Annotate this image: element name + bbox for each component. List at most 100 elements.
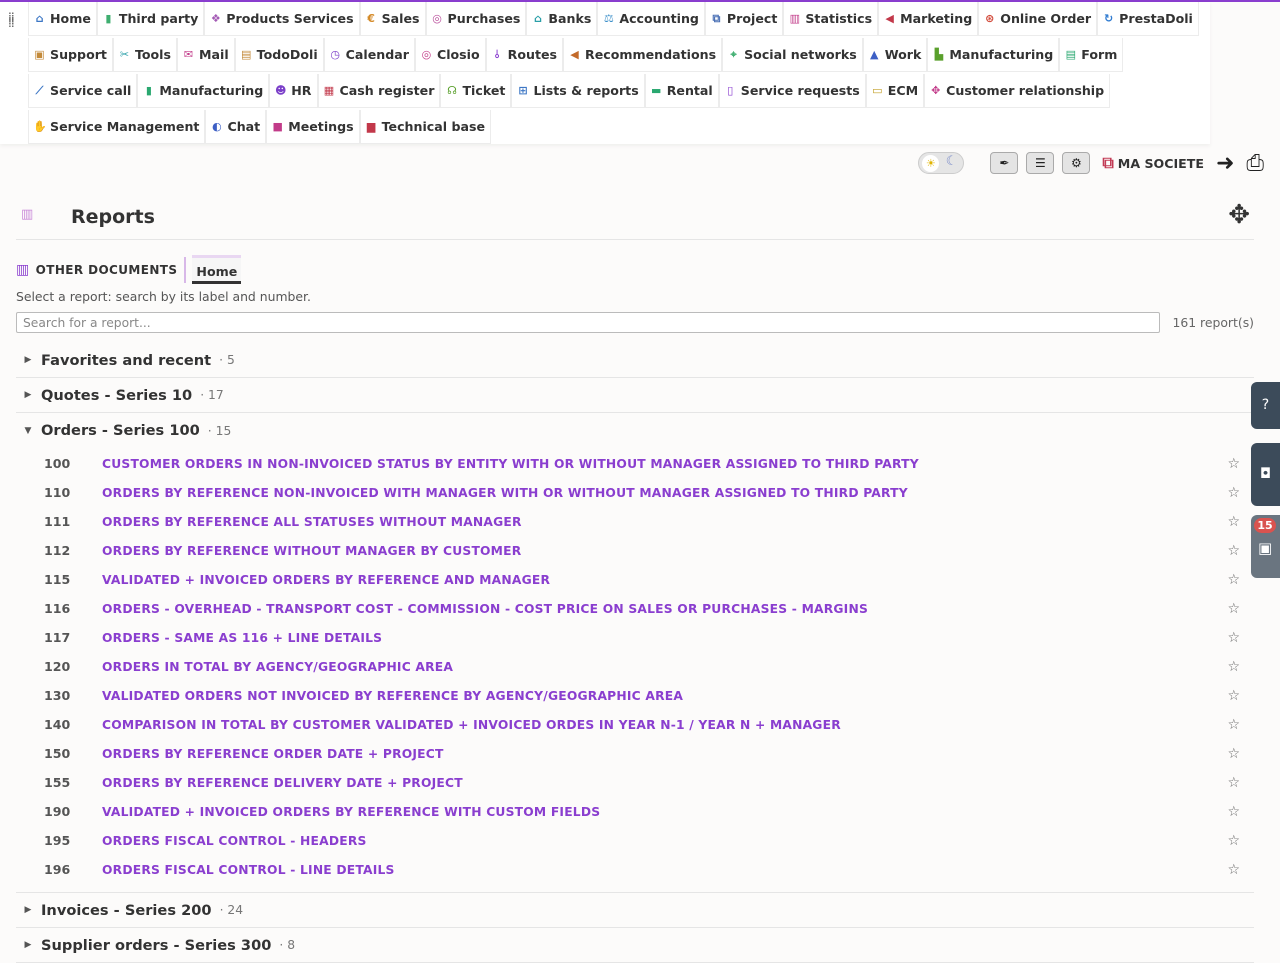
menu-item-technical-base[interactable]: ▆ Technical base	[359, 110, 492, 144]
menu-item-products-services[interactable]: ❖ Products Services	[204, 2, 360, 36]
tab-other-documents[interactable]: ▥ OTHER DOCUMENTS	[16, 256, 187, 283]
report-link[interactable]: ORDERS BY REFERENCE DELIVERY DATE + PROJ…	[102, 776, 463, 790]
mail-icon: ✉	[183, 48, 194, 61]
report-link[interactable]: ORDERS BY REFERENCE WITHOUT MANAGER BY C…	[102, 544, 521, 558]
star-icon[interactable]: ☆	[1227, 514, 1240, 530]
group-favorites-and-recent[interactable]: ▶ Favorites and recent · 5	[16, 343, 1254, 378]
settings-button[interactable]: ⚙	[1062, 152, 1091, 174]
star-icon[interactable]: ☆	[1227, 630, 1240, 646]
star-icon[interactable]: ☆	[1227, 601, 1240, 617]
menu-item-meetings[interactable]: ■ Meetings	[266, 110, 360, 144]
menu-item-ecm[interactable]: ▭ ECM	[865, 74, 925, 108]
menu-item-banks[interactable]: ⌂ Banks	[526, 2, 598, 36]
tab-home[interactable]: Home	[192, 255, 242, 284]
menu-item-routes[interactable]: ⫰ Routes	[485, 38, 564, 72]
report-row: 190 VALIDATED + INVOICED ORDERS BY REFERE…	[16, 797, 1254, 826]
chat-button[interactable]: ◘	[1251, 443, 1280, 506]
star-icon[interactable]: ☆	[1227, 543, 1240, 559]
chart-icon: ▥	[789, 12, 801, 25]
group-invoices-series-200[interactable]: ▶ Invoices - Series 200 · 24	[16, 893, 1254, 928]
menu-item-social-networks[interactable]: ⌖ Social networks	[722, 38, 863, 72]
menu-item-manufacturing[interactable]: ▮ Manufacturing	[137, 74, 270, 108]
menu-item-accounting[interactable]: ⚖ Accounting	[597, 2, 705, 36]
menu-item-label: Service call	[50, 83, 132, 98]
report-link[interactable]: ORDERS BY REFERENCE ORDER DATE + PROJECT	[102, 747, 444, 761]
menu-item-tools[interactable]: ✂ Tools	[112, 38, 177, 72]
report-link[interactable]: ORDERS - OVERHEAD - TRANSPORT COST - COM…	[102, 602, 868, 616]
star-icon[interactable]: ☆	[1227, 688, 1240, 704]
star-icon[interactable]: ☆	[1227, 456, 1240, 472]
menu-item-work[interactable]: ▲ Work	[862, 38, 928, 72]
menu-item-support[interactable]: ▣ Support	[28, 38, 113, 72]
report-link[interactable]: ORDERS BY REFERENCE ALL STATUSES WITHOUT…	[102, 515, 522, 529]
list-button[interactable]: ☰	[1026, 152, 1055, 174]
menu-item-form[interactable]: ▤ Form	[1059, 38, 1124, 72]
report-link[interactable]: VALIDATED ORDERS NOT INVOICED BY REFEREN…	[102, 689, 683, 703]
report-link[interactable]: ORDERS IN TOTAL BY AGENCY/GEOGRAPHIC ARE…	[102, 660, 453, 674]
group-orders-series-100[interactable]: ▼ Orders - Series 100 · 15	[16, 413, 1254, 448]
feather-icon: ✒	[999, 156, 1010, 170]
top-menu-bar: ⁞⁞ ⁞⁞ ⌂ Home ▮ Third party ❖ Products Services…	[0, 2, 1210, 144]
report-link[interactable]: ORDERS - SAME AS 116 + LINE DETAILS	[102, 631, 382, 645]
report-search-input[interactable]	[16, 312, 1160, 333]
menu-item-marketing[interactable]: ◀ Marketing	[878, 2, 979, 36]
report-link[interactable]: COMPARISON IN TOTAL BY CUSTOMER VALIDATE…	[102, 718, 841, 732]
star-icon[interactable]: ☆	[1227, 862, 1240, 878]
help-button[interactable]: ?	[1251, 382, 1280, 429]
menu-item-label: Products Services	[226, 11, 354, 26]
menu-item-manufacturing[interactable]: ▙ Manufacturing	[927, 38, 1060, 72]
caret-right-icon: ▶	[24, 905, 32, 915]
report-link[interactable]: VALIDATED + INVOICED ORDERS BY REFERENCE…	[102, 805, 600, 819]
menu-item-label: Service requests	[740, 83, 860, 98]
menu-item-prestadoli[interactable]: ↻ PrestaDoli	[1097, 2, 1199, 36]
menu-item-hr[interactable]: ☻ HR	[269, 74, 318, 108]
theme-toggle[interactable]: ☀ ☾	[918, 152, 965, 174]
menu-item-service-management[interactable]: ✋ Service Management	[28, 110, 206, 144]
menu-item-lists-reports[interactable]: ⊞ Lists & reports	[511, 74, 645, 108]
apps-grid-icon[interactable]: ⁞⁞ ⁞⁞	[8, 11, 20, 29]
menu-item-calendar[interactable]: ◷ Calendar	[323, 38, 415, 72]
hands-icon: ✋	[33, 120, 47, 133]
tab-other-documents-label: OTHER DOCUMENTS	[35, 262, 178, 277]
star-icon[interactable]: ☆	[1227, 572, 1240, 588]
menu-item-sales[interactable]: € Sales	[359, 2, 426, 36]
print-icon[interactable]: ⎙	[1246, 151, 1264, 176]
star-icon[interactable]: ☆	[1227, 717, 1240, 733]
menu-item-ticket[interactable]: ☊ Ticket	[440, 74, 512, 108]
star-icon[interactable]: ☆	[1227, 746, 1240, 762]
star-icon[interactable]: ☆	[1227, 485, 1240, 501]
report-link[interactable]: VALIDATED + INVOICED ORDERS BY REFERENCE…	[102, 573, 550, 587]
menu-item-home[interactable]: ⌂ Home	[28, 2, 97, 36]
menu-item-rental[interactable]: ▬ Rental	[644, 74, 719, 108]
company-link[interactable]: ⧉ MA SOCIETE	[1102, 153, 1204, 173]
agenda-button[interactable]: 15 ▣	[1251, 515, 1280, 578]
menu-item-customer-relationship[interactable]: ✥ Customer relationship	[924, 74, 1111, 108]
group-quotes-series-10[interactable]: ▶ Quotes - Series 10 · 17	[16, 378, 1254, 413]
star-icon[interactable]: ☆	[1227, 833, 1240, 849]
report-link[interactable]: ORDERS FISCAL CONTROL - HEADERS	[102, 834, 367, 848]
star-icon[interactable]: ☆	[1227, 804, 1240, 820]
menu-item-statistics[interactable]: ▥ Statistics	[783, 2, 879, 36]
star-icon[interactable]: ☆	[1227, 775, 1240, 791]
menu-item-closio[interactable]: ◎ Closio	[414, 38, 486, 72]
menu-item-service-call[interactable]: ⟋ Service call	[28, 74, 138, 108]
menu-item-online-order[interactable]: ⊛ Online Order	[978, 2, 1098, 36]
menu-item-mail[interactable]: ✉ Mail	[177, 38, 235, 72]
report-link[interactable]: ORDERS BY REFERENCE NON-INVOICED WITH MA…	[102, 486, 908, 500]
menu-item-recommendations[interactable]: ◀ Recommendations	[563, 38, 723, 72]
star-icon[interactable]: ☆	[1227, 659, 1240, 675]
menu-item-purchases[interactable]: ◎ Purchases	[425, 2, 527, 36]
menu-item-service-requests[interactable]: ▯ Service requests	[718, 74, 866, 108]
report-row: 150 ORDERS BY REFERENCE ORDER DATE + PROJ…	[16, 739, 1254, 768]
edit-feather-button[interactable]: ✒	[990, 152, 1019, 174]
menu-item-third-party[interactable]: ▮ Third party	[96, 2, 205, 36]
menu-item-cash-register[interactable]: ▦ Cash register	[317, 74, 441, 108]
report-link[interactable]: CUSTOMER ORDERS IN NON-INVOICED STATUS B…	[102, 457, 919, 471]
menu-item-tododoli[interactable]: ▤ TodoDoli	[234, 38, 324, 72]
menu-item-label: Technical base	[381, 119, 486, 134]
report-link[interactable]: ORDERS FISCAL CONTROL - LINE DETAILS	[102, 863, 395, 877]
menu-item-chat[interactable]: ◐ Chat	[205, 110, 267, 144]
group-supplier-orders-series-300[interactable]: ▶ Supplier orders - Series 300 · 8	[16, 928, 1254, 963]
logout-icon[interactable]: ➜	[1216, 151, 1234, 176]
menu-item-project[interactable]: ⧉ Project	[704, 2, 784, 36]
